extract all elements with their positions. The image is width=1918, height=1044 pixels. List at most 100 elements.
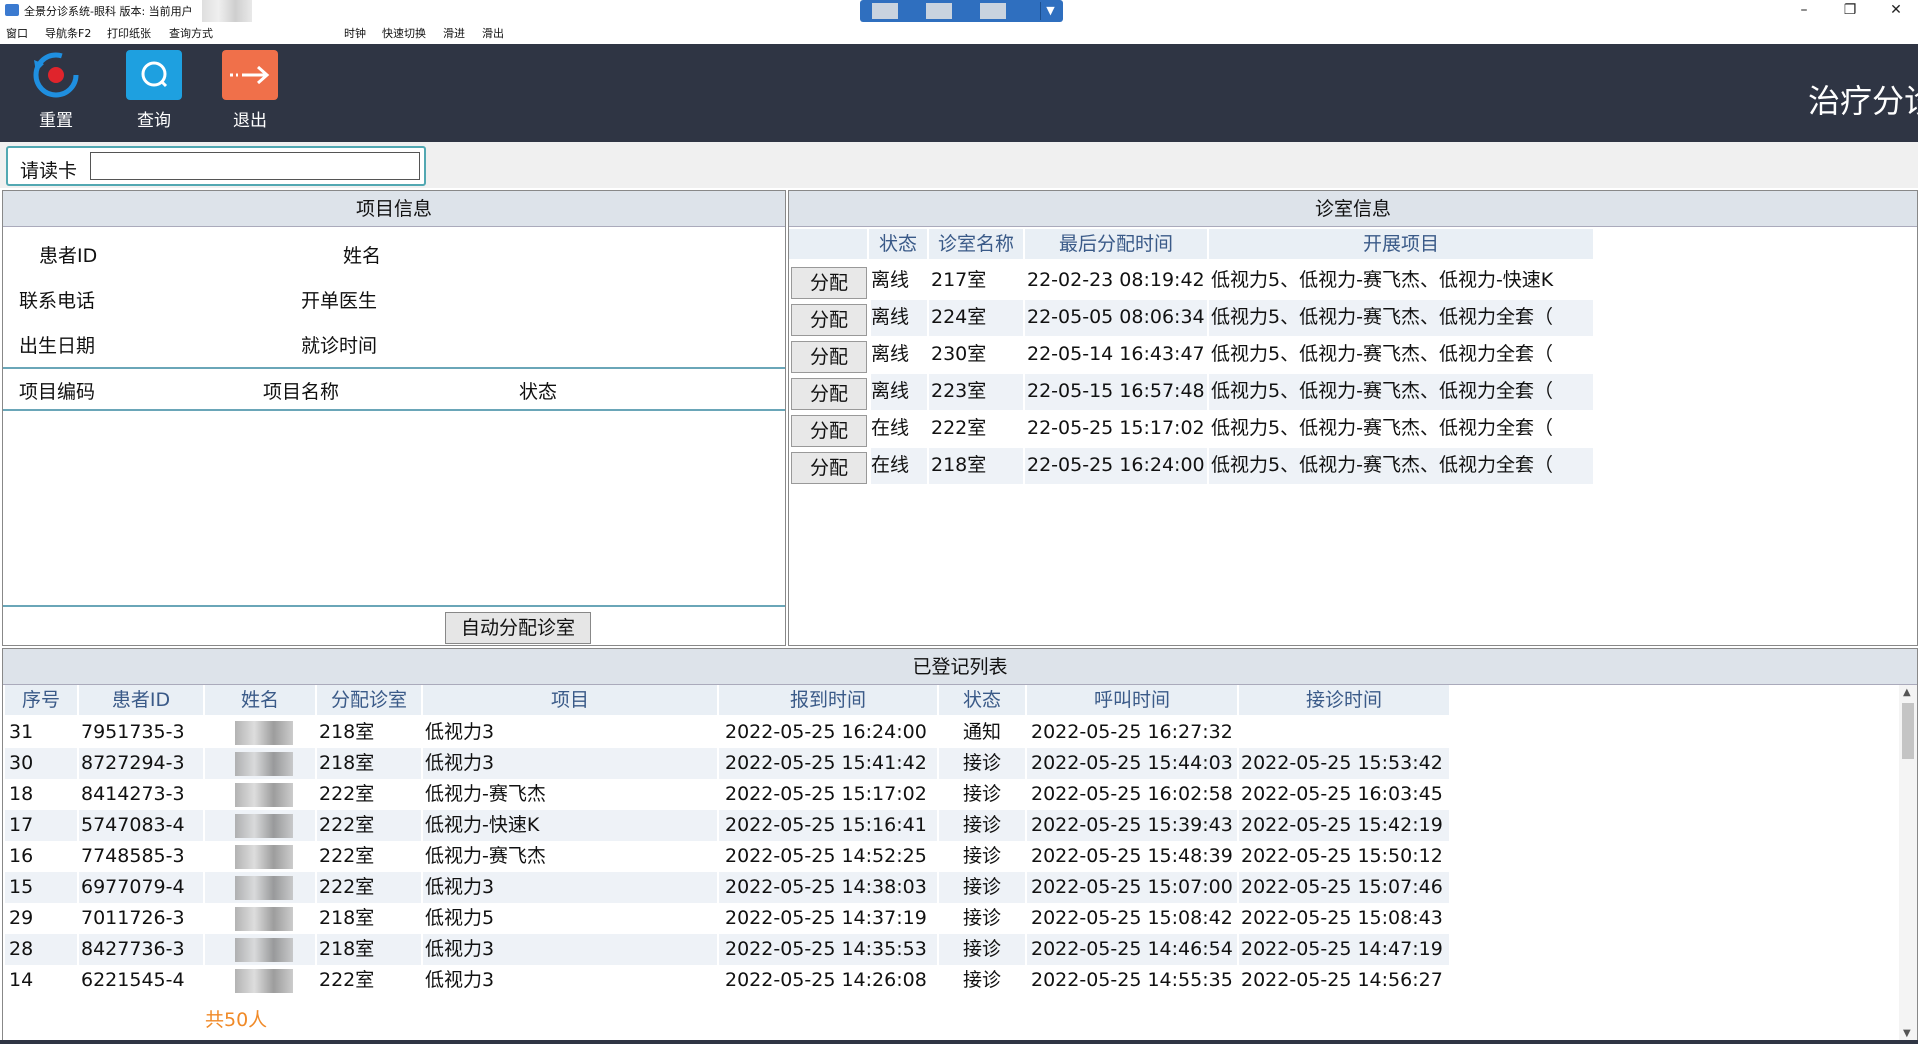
column-header: 状态 [519, 381, 558, 403]
room-info-header: 诊室信息 [789, 191, 1917, 227]
report-time: 2022-05-25 14:26:08 [719, 965, 937, 996]
column-header: 项目编码 [19, 381, 96, 403]
room-projects: 低视力5、低视力-赛飞杰、低视力全套（ [1209, 411, 1593, 447]
redacted-name [235, 721, 293, 745]
report-time: 2022-05-25 14:35:53 [719, 934, 937, 965]
receive-time: 2022-05-25 15:50:12 [1239, 841, 1449, 872]
menu-quick-switch[interactable]: 快速切换 [382, 25, 426, 41]
assign-button[interactable]: 分配 [791, 341, 867, 373]
scrollbar-thumb[interactable] [1902, 703, 1914, 759]
reset-button[interactable]: 重置 [18, 50, 94, 138]
column-header: 诊室名称 [929, 229, 1023, 259]
column-header: 状态 [939, 685, 1025, 715]
assign-button[interactable]: 分配 [791, 304, 867, 336]
patient-id: 5747083-4 [79, 810, 203, 841]
status-badge: 接诊 [939, 779, 1025, 810]
table-row[interactable]: 17 5747083-4 222室 低视力-快速K 2022-05-25 15:16:4… [3, 810, 1449, 841]
last-assign-time: 22-05-05 08:06:34 [1025, 300, 1207, 336]
menu-window[interactable]: 窗口 [6, 25, 28, 41]
room-status: 离线 [871, 300, 927, 336]
room-status: 离线 [871, 374, 927, 410]
quick-switch-button-2[interactable] [926, 3, 952, 19]
assign-button[interactable]: 分配 [791, 452, 867, 484]
assigned-room: 222室 [317, 779, 421, 810]
card-input[interactable] [90, 152, 420, 180]
visit-time-label: 就诊时间 [301, 335, 378, 357]
quick-switch-button-3[interactable] [980, 3, 1006, 19]
chevron-down-icon[interactable]: ▼ [1040, 2, 1060, 20]
receive-time: 2022-05-25 15:07:46 [1239, 872, 1449, 903]
window-title: 全景分诊系统-眼科 版本: 当前用户 [24, 5, 193, 18]
auto-assign-button[interactable]: 自动分配诊室 [445, 612, 591, 644]
table-row[interactable]: 28 8427736-3 218室 低视力3 2022-05-25 14:35:53 接诊… [3, 934, 1449, 965]
status-badge: 通知 [939, 717, 1025, 748]
query-button[interactable]: 查询 [116, 50, 192, 138]
column-header: 患者ID [79, 685, 203, 715]
item-name: 低视力5 [423, 903, 717, 934]
patient-id: 8727294-3 [79, 748, 203, 779]
table-row[interactable]: 18 8414273-3 222室 低视力-赛飞杰 2022-05-25 15:17:0… [3, 779, 1449, 810]
receive-time: 2022-05-25 15:53:42 [1239, 748, 1449, 779]
quick-switch-button-1[interactable] [872, 3, 898, 19]
menu-clock[interactable]: 时钟 [344, 25, 366, 41]
call-time: 2022-05-25 15:44:03 [1027, 748, 1237, 779]
card-reader-box: 请读卡 [6, 146, 426, 186]
table-row[interactable]: 15 6977079-4 222室 低视力3 2022-05-25 14:38:03 接诊… [3, 872, 1449, 903]
exit-label: 退出 [233, 111, 267, 131]
toolbar: 重置 查询 退出 治疗分诊 [0, 44, 1918, 142]
redacted-name [235, 814, 293, 838]
menu-slide-out[interactable]: 滑出 [482, 25, 504, 41]
redacted-name [235, 969, 293, 993]
vertical-scrollbar[interactable]: ▲ ▼ [1899, 685, 1917, 1041]
receive-time: 2022-05-25 16:03:45 [1239, 779, 1449, 810]
column-header: 项目 [423, 685, 717, 715]
doctor-label: 开单医生 [301, 290, 378, 312]
table-row[interactable]: 16 7748585-3 222室 低视力-赛飞杰 2022-05-25 14:52:2… [3, 841, 1449, 872]
scroll-up-icon[interactable]: ▲ [1903, 687, 1911, 698]
table-row[interactable]: 31 7951735-3 218室 低视力3 2022-05-25 16:24:00 通知… [3, 717, 1449, 748]
registered-list-header: 已登记列表 [3, 649, 1917, 685]
room-info-panel: 诊室信息 状态 诊室名称 最后分配时间 开展项目 分配 离线 217室 22-02-2… [788, 190, 1918, 646]
menu-print[interactable]: 打印纸张 [107, 25, 151, 41]
assign-button[interactable]: 分配 [791, 267, 867, 299]
table-row[interactable]: 30 8727294-3 218室 低视力3 2022-05-25 15:41:42 接诊… [3, 748, 1449, 779]
call-time: 2022-05-25 14:46:54 [1027, 934, 1237, 965]
last-assign-time: 22-05-25 16:24:00 [1025, 448, 1207, 484]
report-time: 2022-05-25 15:17:02 [719, 779, 937, 810]
menu-nav[interactable]: 导航条F2 [45, 25, 91, 41]
minimize-button[interactable]: – [1784, 0, 1824, 22]
report-time: 2022-05-25 16:24:00 [719, 717, 937, 748]
assign-button[interactable]: 分配 [791, 378, 867, 410]
restore-button[interactable]: ❐ [1830, 0, 1870, 22]
assign-button[interactable]: 分配 [791, 415, 867, 447]
report-time: 2022-05-25 14:52:25 [719, 841, 937, 872]
table-row[interactable]: 14 6221545-4 222室 低视力3 2022-05-25 14:26:08 接诊… [3, 965, 1449, 996]
room-row: 分配 在线 218室 22-05-25 16:24:00 低视力5、低视力-赛飞杰、低视… [789, 448, 1594, 484]
receive-time [1239, 717, 1449, 748]
reset-icon [28, 50, 84, 100]
card-label: 请读卡 [20, 160, 78, 182]
column-header: 最后分配时间 [1025, 229, 1207, 259]
call-time: 2022-05-25 15:48:39 [1027, 841, 1237, 872]
scroll-down-icon[interactable]: ▼ [1903, 1028, 1911, 1039]
close-button[interactable]: ✕ [1876, 0, 1916, 22]
table-row[interactable]: 29 7011726-3 218室 低视力5 2022-05-25 14:37:19 接诊… [3, 903, 1449, 934]
search-icon [126, 50, 182, 100]
menu-slide-in[interactable]: 滑进 [443, 25, 465, 41]
quick-switch-toolbar[interactable]: ▼ [860, 0, 1063, 22]
patient-name [205, 965, 315, 996]
room-row: 分配 离线 230室 22-05-14 16:43:47 低视力5、低视力-赛飞杰、低视… [789, 337, 1594, 373]
status-badge: 接诊 [939, 934, 1025, 965]
column-header-blank [789, 229, 867, 259]
query-label: 查询 [137, 111, 171, 131]
menu-query-mode[interactable]: 查询方式 [169, 25, 213, 41]
patient-id: 8427736-3 [79, 934, 203, 965]
status-badge: 接诊 [939, 748, 1025, 779]
report-time: 2022-05-25 14:37:19 [719, 903, 937, 934]
room-projects: 低视力5、低视力-赛飞杰、低视力全套（ [1209, 448, 1593, 484]
room-row: 分配 离线 223室 22-05-15 16:57:48 低视力5、低视力-赛飞杰、低视… [789, 374, 1594, 410]
patient-id: 7748585-3 [79, 841, 203, 872]
patient-id-label: 患者ID [39, 245, 98, 267]
call-time: 2022-05-25 15:08:42 [1027, 903, 1237, 934]
exit-button[interactable]: 退出 [212, 50, 288, 138]
